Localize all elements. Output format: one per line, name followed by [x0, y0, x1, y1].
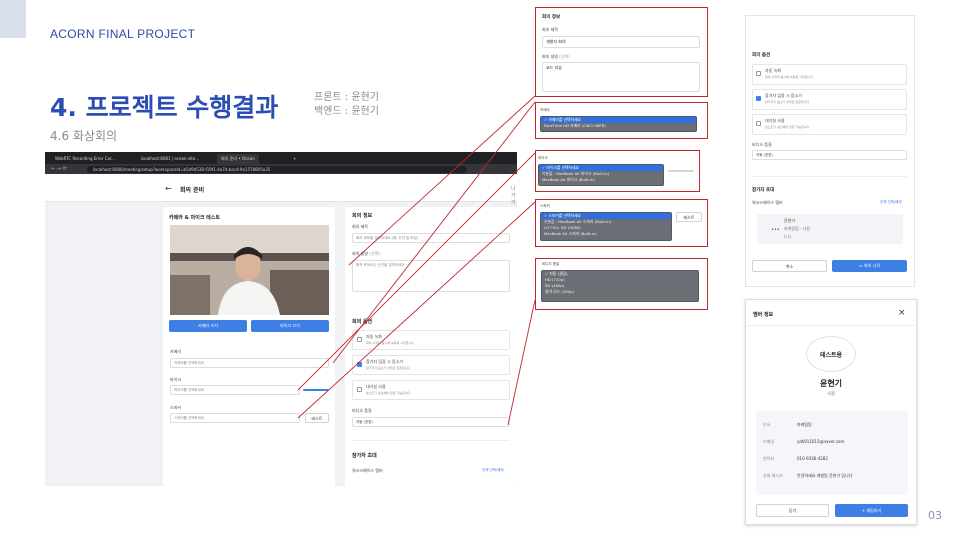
op-member-dept: 마케팅팀 · 사원 — [784, 226, 810, 231]
detail-value-phone: 010-9336-4282 — [797, 456, 828, 461]
profile-position: 사원 — [826, 392, 836, 397]
op-mute-label: 참가자 입장 시 음소거 — [765, 93, 802, 98]
op-mute-desc: 참가자가 음소거 상태로 입장합니다 — [765, 100, 810, 104]
op-workspace-label: 워크스페이스 멤버 — [752, 200, 783, 205]
line-mic — [297, 152, 536, 391]
op-member-name: 윤현기 — [784, 218, 796, 223]
detail-value-status: 안녕하세요 개발팀 윤현기 입니다 — [797, 473, 853, 478]
detail-key-status: 상태 메시지 — [763, 473, 783, 478]
op-divider — [752, 176, 907, 177]
op-member-tag: (나) — [784, 234, 791, 239]
op-select-all-link[interactable]: 전체 선택/해제 — [880, 200, 902, 205]
close-icon[interactable]: × — [898, 308, 906, 318]
op-quality-label: 비디오 품질 — [752, 142, 772, 147]
line-speaker — [297, 201, 536, 419]
line-quality — [507, 299, 536, 426]
detail-key-dept: 부서 — [763, 422, 771, 427]
modal-header-divider — [745, 325, 917, 326]
op-record-desc: 회의 시작과 동시에 녹화를 시작합니다 — [765, 75, 813, 79]
profile-details — [756, 411, 908, 495]
modal-close-button[interactable]: 닫기 — [756, 504, 829, 517]
detail-value-dept: 마케팅팀 — [797, 422, 812, 427]
video-icon: ▭ — [858, 263, 863, 268]
chat-button[interactable]: + 채팅하기 — [835, 504, 908, 517]
detail-key-phone: 연락처 — [763, 456, 775, 461]
line-camera — [332, 101, 536, 364]
modal-title: 멤버 정보 — [753, 312, 774, 318]
op-mute-checkbox[interactable] — [756, 96, 761, 101]
profile-name: 윤현기 — [819, 379, 843, 388]
op-cancel-button[interactable]: 취소 — [752, 260, 827, 272]
member-avatar-icon: ••• — [771, 227, 780, 233]
detail-value-email: ydk911015@naver.com — [797, 439, 845, 444]
detail-key-email: 이메일 — [763, 439, 775, 444]
op-options-title: 회의 옵션 — [752, 53, 771, 58]
op-invite-title: 참가자 초대 — [752, 188, 775, 193]
op-wait-label: 대기실 사용 — [765, 118, 785, 123]
op-record-checkbox[interactable] — [756, 71, 761, 76]
op-wait-desc: 호스트가 승인해야 입장 가능합니다 — [765, 125, 810, 129]
profile-team: 테스트용 — [819, 352, 843, 359]
op-start-label: 회의 시작 — [864, 263, 881, 268]
op-start-button[interactable]: ▭ 회의 시작 — [832, 260, 907, 272]
op-quality-select[interactable]: 자동 (권장) — [752, 150, 907, 160]
op-record-label: 자동 녹화 — [765, 68, 781, 73]
op-wait-checkbox[interactable] — [756, 121, 761, 126]
